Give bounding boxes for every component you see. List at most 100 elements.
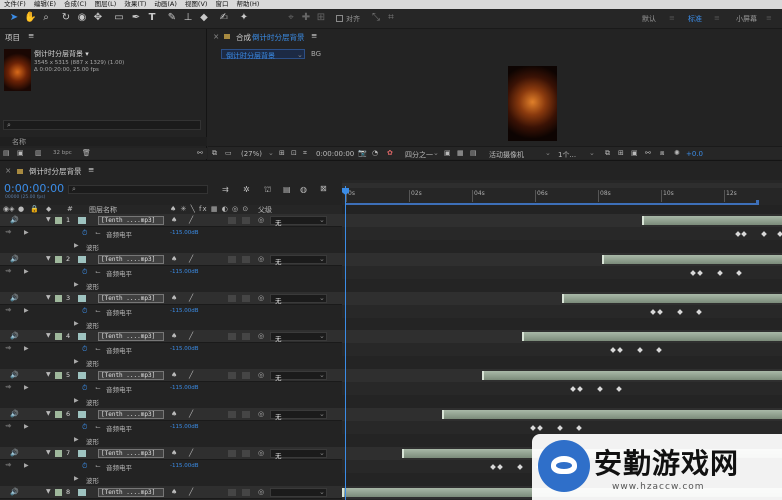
composition-mini-flowchart-icon[interactable]: ⇉ bbox=[222, 185, 229, 194]
menu-item-4[interactable]: 效果(T) bbox=[120, 0, 150, 9]
audio-level-value[interactable]: -115.00dB bbox=[170, 385, 199, 391]
lock-icon[interactable]: 🔒 bbox=[30, 205, 39, 213]
zoom-tool-icon[interactable]: ⌕ bbox=[40, 12, 52, 24]
layer-header[interactable]: 🔊 ▼ 6 [Tenth ....mp3] ♠ ╱ ◎ 无 ⌄ bbox=[0, 408, 342, 421]
hand-tool-icon[interactable]: ✋ bbox=[24, 12, 36, 24]
project-item-name[interactable]: 倒计时分层背景 ▾ bbox=[34, 49, 89, 59]
expand-arrow-icon[interactable]: ▼ bbox=[46, 216, 51, 223]
speaker-icon[interactable]: 🔊 bbox=[10, 371, 19, 379]
collapse-arrow-icon[interactable]: ▶ bbox=[24, 307, 29, 314]
world-axis-icon[interactable]: ✚ bbox=[300, 12, 312, 24]
collapse-arrow-icon[interactable]: ▶ bbox=[24, 268, 29, 275]
menu-item-6[interactable]: 视图(V) bbox=[181, 0, 212, 9]
graph-icon[interactable]: ⌙ bbox=[95, 462, 101, 470]
layer-name-box[interactable]: [Tenth ....mp3] bbox=[98, 371, 164, 381]
layer-name-box[interactable]: [Tenth ....mp3] bbox=[98, 254, 164, 264]
layer-header[interactable]: 🔊 ▼ 4 [Tenth ....mp3] ♠ ╱ ◎ 无 ⌄ bbox=[0, 330, 342, 344]
quality-switch-icon[interactable]: ╱ bbox=[189, 255, 193, 263]
roto-brush-tool-icon[interactable]: ✍ bbox=[218, 12, 230, 24]
layer-name-box[interactable]: [Tenth ....mp3] bbox=[98, 448, 164, 458]
shy-switch-icon[interactable]: ♠ bbox=[171, 371, 177, 379]
expand-arrow-icon[interactable]: ▼ bbox=[46, 255, 51, 262]
draft-3d-icon[interactable]: ✲ bbox=[243, 185, 250, 194]
puppet-pin-tool-icon[interactable]: ✦ bbox=[238, 12, 250, 24]
snap-options-icon[interactable]: ⤡ bbox=[370, 12, 382, 24]
layer-row[interactable]: 🔊 ▼ 4 [Tenth ....mp3] ♠ ╱ ◎ 无 ⌄ ◂◆ ▶ ⏱ ⌙… bbox=[0, 330, 782, 370]
panel-menu-icon[interactable]: ≡ bbox=[28, 31, 34, 40]
always-preview-icon[interactable]: ⧉ bbox=[212, 149, 217, 158]
layer-header[interactable]: 🔊 ▼ 2 [Tenth ....mp3] ♠ ╱ ◎ 无 ⌄ bbox=[0, 252, 342, 266]
blend-switch[interactable] bbox=[228, 488, 236, 496]
blend-switch[interactable] bbox=[228, 411, 236, 418]
workspace-small-screen[interactable]: 小屏幕 bbox=[736, 14, 757, 24]
snapshot-icon[interactable]: 📷 bbox=[358, 149, 367, 157]
layer-header[interactable]: 🔊 ▼ 1 [Tenth ....mp3] ♠ ╱ ◎ 无 ⌄ bbox=[0, 214, 342, 227]
toggle-pixel-aspect-icon[interactable]: ⧉ bbox=[605, 149, 610, 158]
interpret-footage-icon[interactable]: ▤ bbox=[3, 149, 10, 157]
snap-grid-icon[interactable]: ⌗ bbox=[385, 12, 397, 24]
timeline-search-input[interactable]: ⌕ bbox=[68, 185, 208, 194]
flowchart-icon[interactable]: ⚯ bbox=[197, 149, 203, 157]
quality-switch-icon[interactable]: ╱ bbox=[189, 488, 193, 496]
layer-duration-bar[interactable] bbox=[601, 254, 782, 264]
label-color-swatch[interactable] bbox=[55, 255, 62, 263]
expand-arrow-icon[interactable]: ▼ bbox=[46, 371, 51, 378]
label-color-swatch[interactable] bbox=[55, 372, 62, 380]
layer-row[interactable]: 🔊 ▼ 5 [Tenth ....mp3] ♠ ╱ ◎ 无 ⌄ ◂◆ ▶ ⏱ ⌙… bbox=[0, 369, 782, 409]
layer-row[interactable]: 🔊 ▼ 1 [Tenth ....mp3] ♠ ╱ ◎ 无 ⌄ ◂◆ ▶ ⏱ ⌙… bbox=[0, 214, 782, 253]
parent-dropdown[interactable]: 无 ⌄ bbox=[270, 410, 327, 421]
shy-layers-icon[interactable]: ⛫ bbox=[264, 185, 271, 195]
bpc-label[interactable]: 32 bpc bbox=[53, 150, 72, 156]
adjustment-switch[interactable] bbox=[242, 372, 250, 380]
graph-icon[interactable]: ⌙ bbox=[95, 268, 101, 276]
render-icon[interactable]: ⧈ bbox=[660, 149, 664, 158]
collapse-arrow-icon[interactable]: ▶ bbox=[74, 436, 79, 443]
layer-header[interactable]: 🔊 ▼ 3 [Tenth ....mp3] ♠ ╱ ◎ 无 ⌄ bbox=[0, 291, 342, 305]
pan-behind-tool-icon[interactable]: ✥ bbox=[92, 12, 104, 24]
pick-whip-icon[interactable]: ◎ bbox=[258, 294, 264, 302]
3d-view-icon[interactable]: ▤ bbox=[470, 149, 477, 157]
shy-switch-icon[interactable]: ♠ bbox=[171, 449, 177, 457]
audio-level-track[interactable] bbox=[342, 343, 782, 357]
pick-whip-icon[interactable]: ◎ bbox=[258, 255, 264, 263]
blend-switch[interactable] bbox=[228, 333, 236, 341]
resolution-dropdown[interactable]: 四分之一 bbox=[405, 150, 433, 160]
timeline-title[interactable]: 倒计时分层背景 bbox=[29, 166, 82, 177]
parent-dropdown[interactable]: 无 ⌄ bbox=[270, 332, 327, 343]
collapse-arrow-icon[interactable]: ▶ bbox=[24, 423, 29, 430]
graph-icon[interactable]: ⌙ bbox=[95, 384, 101, 392]
layer-duration-bar[interactable] bbox=[481, 371, 782, 381]
display-icon[interactable]: ▭ bbox=[225, 149, 232, 157]
graph-icon[interactable]: ⌙ bbox=[95, 229, 101, 237]
project-search-input[interactable]: ⌕ bbox=[3, 120, 201, 130]
layer-header[interactable]: 🔊 ▼ 7 [Tenth ....mp3] ♠ ╱ ◎ 无 ⌄ bbox=[0, 446, 342, 460]
pick-whip-icon[interactable]: ◎ bbox=[258, 371, 264, 379]
flowchart-icon[interactable]: ⚯ bbox=[645, 149, 651, 157]
quality-switch-icon[interactable]: ╱ bbox=[189, 449, 193, 457]
layer-header[interactable]: 🔊 ▼ 8 [Tenth ....mp3] ♠ ╱ ◎ ⌄ bbox=[0, 485, 342, 499]
keyframe-nav-icon[interactable]: ◂◆ bbox=[5, 462, 11, 468]
label-color-swatch[interactable] bbox=[55, 294, 62, 302]
collapse-arrow-icon[interactable]: ▶ bbox=[74, 281, 79, 288]
delete-icon[interactable]: 🗑 bbox=[82, 149, 91, 157]
layer-name-box[interactable]: [Tenth ....mp3] bbox=[98, 410, 164, 419]
layer-name-box[interactable]: [Tenth ....mp3] bbox=[98, 487, 164, 497]
fast-draft-icon[interactable]: ⊞ bbox=[618, 149, 624, 157]
magnification-dropdown[interactable]: (27%) bbox=[241, 150, 262, 158]
waveform-track[interactable] bbox=[342, 278, 782, 292]
keyframe-nav-icon[interactable]: ◂◆ bbox=[5, 307, 11, 313]
menu-item-0[interactable]: 文件(F) bbox=[0, 0, 30, 9]
blend-switch[interactable] bbox=[228, 255, 236, 263]
shy-switch-icon[interactable]: ♠ bbox=[171, 488, 177, 496]
expand-arrow-icon[interactable]: ▼ bbox=[46, 410, 51, 417]
layer-name-box[interactable]: [Tenth ....mp3] bbox=[98, 293, 164, 303]
parent-dropdown[interactable]: 无 ⌄ bbox=[270, 216, 327, 227]
adjustment-switch[interactable] bbox=[242, 294, 250, 302]
speaker-icon[interactable]: 🔊 bbox=[10, 449, 19, 457]
speaker-icon[interactable]: 🔊 bbox=[10, 332, 19, 340]
camera-view-dropdown[interactable]: 活动摄像机 bbox=[489, 150, 524, 160]
blend-switch[interactable] bbox=[228, 449, 236, 457]
menu-item-5[interactable]: 动画(A) bbox=[150, 0, 181, 9]
speaker-icon[interactable]: 🔊 bbox=[10, 216, 19, 224]
collapse-arrow-icon[interactable]: ▶ bbox=[24, 462, 29, 469]
